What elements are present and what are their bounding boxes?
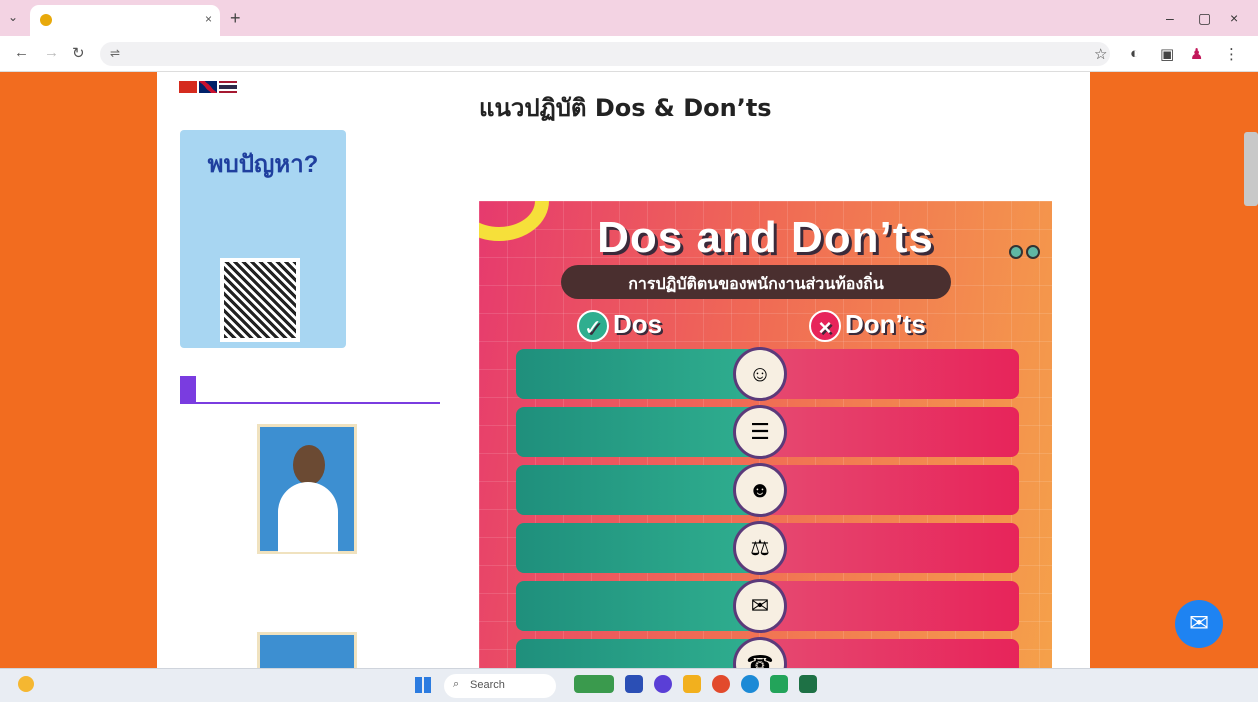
do-item <box>516 349 756 399</box>
teams-icon[interactable] <box>654 675 672 693</box>
do-item <box>516 639 756 668</box>
menu-icon[interactable]: ⋮ <box>1224 45 1239 63</box>
sidebar-icon[interactable]: ▣ <box>1160 45 1174 63</box>
article-intro <box>479 141 1059 173</box>
admin-section-heading <box>180 376 440 404</box>
chinese-flag-icon[interactable] <box>179 81 197 93</box>
edge-icon[interactable] <box>741 675 759 693</box>
infographic-row: ☻ <box>516 463 1019 517</box>
task-view-icon[interactable] <box>625 675 643 693</box>
tab-search-button[interactable]: ⌄ <box>8 10 18 24</box>
scrollbar-thumb[interactable] <box>1244 132 1258 206</box>
donts-heading-text: Don’ts <box>845 309 926 339</box>
line-icon[interactable] <box>770 675 788 693</box>
bookmark-star-icon[interactable]: ☆ <box>1094 45 1107 63</box>
dont-item <box>756 407 1019 457</box>
infographic-row: ⚖ <box>516 521 1019 575</box>
infographic-row: ✉ <box>516 579 1019 633</box>
donts-heading: × Don’ts <box>809 309 926 342</box>
forward-icon[interactable]: → <box>44 44 59 61</box>
search-icon: ⌕ <box>453 678 460 690</box>
dont-item <box>756 581 1019 631</box>
widgets-icon[interactable] <box>574 675 614 693</box>
taskbar-search[interactable]: ⌕ Search <box>444 674 556 698</box>
infographic-row: ☰ <box>516 405 1019 459</box>
site-favicon-icon <box>40 14 52 26</box>
row-illustration-icon: ☰ <box>733 405 787 459</box>
windows-taskbar: ⌕ Search <box>0 668 1258 702</box>
close-window-button[interactable]: × <box>1230 10 1238 26</box>
browser-toolbar: ← → ↻ ⇌ ☆ ◐ ▣ ♟ ⋮ <box>0 36 1258 72</box>
row-illustration-icon: ⚖ <box>733 521 787 575</box>
admin-portrait-2 <box>257 632 357 668</box>
check-icon: ✓ <box>577 310 609 342</box>
page-viewport: พบปัญหา? แนวปฏิบัติ Dos & Don’ts Dos and… <box>0 72 1258 668</box>
infographic-subtitle: การปฏิบัติตนของพนักงานส่วนท้องถิ่น <box>561 265 951 299</box>
thai-flag-icon[interactable] <box>219 81 237 93</box>
dos-heading-text: Dos <box>613 309 663 339</box>
back-icon[interactable]: ← <box>14 44 29 61</box>
dos-heading: ✓ Dos <box>577 309 662 342</box>
pinned-apps <box>574 675 828 693</box>
cross-icon: × <box>809 310 841 342</box>
admin-portrait <box>257 424 357 554</box>
infographic-rows: ☺ ☰ ☻ ⚖ ✉ ☎ <box>516 347 1019 668</box>
qr-banner-headline: พบปัญหา? <box>207 151 319 178</box>
row-illustration-icon: ☻ <box>733 463 787 517</box>
infographic-title: Dos and Don’ts <box>597 213 934 262</box>
windows-start-icon[interactable] <box>415 677 431 693</box>
dont-item <box>756 639 1019 668</box>
do-item <box>516 581 756 631</box>
extension-icon[interactable]: ◐ <box>1130 45 1139 62</box>
file-explorer-icon[interactable] <box>683 675 701 693</box>
qr-code <box>220 258 300 342</box>
dos-donts-infographic: Dos and Don’ts การปฏิบัติตนของพนักงานส่ว… <box>479 201 1052 668</box>
weather-icon <box>18 676 34 692</box>
new-tab-button[interactable]: + <box>230 8 241 29</box>
do-item <box>516 465 756 515</box>
article-title: แนวปฏิบัติ Dos & Don’ts <box>479 94 772 122</box>
do-item <box>516 523 756 573</box>
article: แนวปฏิบัติ Dos & Don’ts <box>479 72 1059 173</box>
language-flags <box>179 80 239 94</box>
site-info-icon[interactable]: ⇌ <box>110 46 120 60</box>
infographic-row: ☎ <box>516 637 1019 668</box>
address-bar[interactable]: ⇌ <box>100 42 1110 66</box>
english-flag-icon[interactable] <box>199 81 217 93</box>
active-tab[interactable]: × <box>30 5 220 36</box>
infographic-row: ☺ <box>516 347 1019 401</box>
profile-icon[interactable]: ♟ <box>1190 45 1203 63</box>
browser-tab-strip: ⌄ × + – ▢ × <box>0 0 1258 36</box>
do-item <box>516 407 756 457</box>
minimize-button[interactable]: – <box>1166 10 1174 26</box>
portrait-head <box>293 445 325 485</box>
close-tab-icon[interactable]: × <box>205 12 212 26</box>
admin-section-label <box>180 376 196 404</box>
reload-icon[interactable]: ↻ <box>72 44 85 62</box>
chrome-icon[interactable] <box>712 675 730 693</box>
page-content: พบปัญหา? แนวปฏิบัติ Dos & Don’ts Dos and… <box>157 72 1090 668</box>
excel-icon[interactable] <box>799 675 817 693</box>
messenger-chat-button[interactable]: ✉ <box>1175 600 1223 648</box>
dont-item <box>756 349 1019 399</box>
portrait-uniform <box>278 482 338 552</box>
taskbar-search-placeholder: Search <box>470 679 505 691</box>
maximize-button[interactable]: ▢ <box>1198 10 1211 27</box>
row-illustration-icon: ✉ <box>733 579 787 633</box>
row-illustration-icon: ☺ <box>733 347 787 401</box>
dont-item <box>756 465 1019 515</box>
dont-item <box>756 523 1019 573</box>
report-qr-banner[interactable]: พบปัญหา? <box>180 130 346 348</box>
